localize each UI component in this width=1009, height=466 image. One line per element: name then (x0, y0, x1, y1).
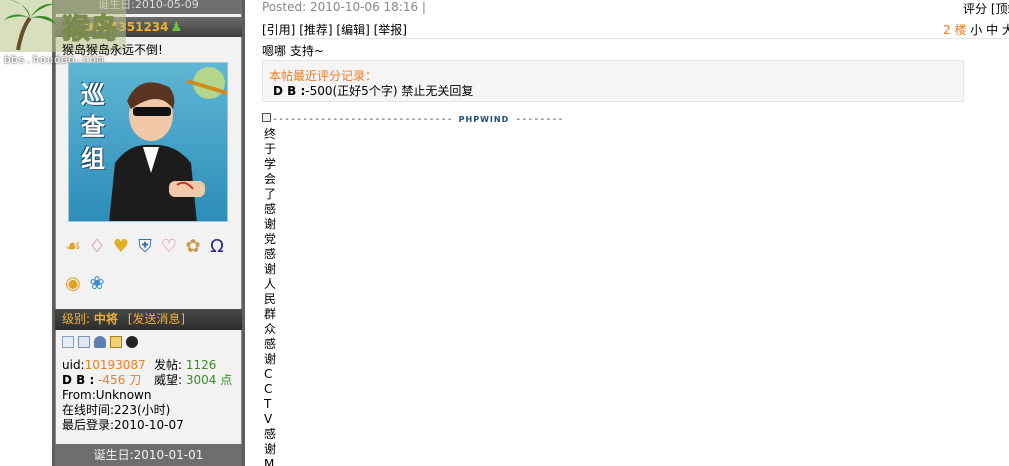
vertical-char: 民 (264, 292, 277, 306)
sig-left-dashes: ------------------------------ (272, 114, 453, 125)
vertical-char: 众 (264, 322, 277, 336)
houdao-logo[interactable]: 猴岛 bbs.houdao.com (0, 0, 126, 70)
profile-icon[interactable] (62, 336, 74, 348)
floor-number: 2 楼 (943, 23, 967, 37)
prestige-value: 3004 点 (185, 373, 233, 387)
avatar-caption: 巡查组 (81, 80, 105, 173)
edit-link[interactable]: [编辑] (336, 23, 369, 37)
vertical-char: 会 (264, 172, 277, 186)
last-login: 最后登录:2010-10-07 (62, 418, 184, 432)
medal-ribbon-icon[interactable]: ♢ (86, 230, 108, 264)
vertical-char: C (264, 367, 273, 381)
post-content: 嗯哪 支持~ (262, 44, 324, 58)
rating-entry-text: -500(正好5个字) 禁止无关回复 (305, 84, 474, 98)
rating-entry: D B :-500(正好5个字) 禁止无关回复 (273, 82, 473, 99)
posts-value: 1126 (185, 358, 217, 372)
vertical-char: 党 (264, 232, 277, 246)
online-time: 在线时间:223(小时) (62, 403, 171, 417)
vertical-char: 感 (264, 337, 277, 351)
vertical-char: C (264, 382, 273, 396)
vertical-char: T (264, 397, 272, 411)
signature-separator: ------------------------------ PHPWIND -… (262, 113, 563, 125)
db-label: D B : (62, 373, 95, 387)
vertical-char: 谢 (264, 217, 277, 231)
vertical-char: V (264, 412, 273, 426)
floor-indicator: 2 楼 小 中 大 (943, 21, 1009, 38)
post-timestamp: Posted: 2010-10-06 18:16 | (262, 0, 426, 14)
posts-label: 发帖: (154, 358, 183, 372)
medal-bow-icon[interactable]: ☙ (62, 230, 84, 264)
vertical-char: 群 (264, 307, 277, 321)
medal-list: ☙ ♢ ♥ ⛨ ♡ ✿ Ω ◉ ❀ (62, 230, 238, 301)
recommend-link[interactable]: [推荐] (299, 23, 332, 37)
medal-omega-icon[interactable]: Ω (206, 230, 228, 264)
vertical-char: 了 (264, 187, 277, 201)
uid-label: uid: (62, 358, 85, 372)
avatar[interactable]: 巡查组 (68, 62, 228, 222)
medal-coins-icon[interactable]: ◉ (62, 267, 84, 301)
document-icon[interactable] (78, 336, 90, 348)
vertical-char: 于 (264, 142, 277, 156)
uid-value: 10193087 (84, 358, 146, 372)
post-action-menu: [引用] [推荐] [编辑] [举报] (262, 21, 407, 38)
vertical-char: 人 (264, 277, 277, 291)
post-divider (262, 38, 1009, 39)
user-stats: uid:10193087 发帖: 1126 D B : -456 刀 威望: 3… (62, 358, 242, 433)
report-link[interactable]: [举报] (374, 23, 407, 37)
font-size-options[interactable]: 小 中 大 (970, 23, 1009, 37)
user-tool-icons (62, 336, 138, 348)
medal-flower-icon[interactable]: ❀ (86, 267, 108, 301)
online-status-icon: ♟ (170, 20, 183, 35)
quote-link[interactable]: [引用] (262, 23, 295, 37)
rating-record-box: 本帖最近评分记录： D B :-500(正好5个字) 禁止无关回复 (262, 60, 964, 102)
rating-entry-label: D B : (273, 84, 306, 98)
medal-pendant-icon[interactable]: ♡ (158, 230, 180, 264)
add-friend-icon[interactable] (94, 336, 106, 348)
level-label: 级别: (62, 312, 91, 326)
vertical-signature-text: 终于学会了感谢党感谢人民群众感谢CCTV感谢M (264, 127, 278, 466)
medal-shield-icon[interactable]: ⛨ (134, 230, 156, 264)
db-value: -456 刀 (98, 373, 142, 387)
medal-bunny-icon[interactable]: ✿ (182, 230, 204, 264)
next-user-birthday: 诞生日:2010-01-01 (55, 444, 242, 466)
sig-right-dashes: -------- (515, 114, 564, 125)
vertical-char: 学 (264, 157, 277, 171)
vertical-char: M (264, 457, 275, 466)
vertical-char: 谢 (264, 262, 277, 276)
vertical-char: 终 (264, 127, 277, 141)
vertical-char: 谢 (264, 442, 277, 456)
prestige-label: 威望: (154, 373, 183, 387)
message-icon[interactable] (110, 336, 122, 348)
qq-icon[interactable] (126, 336, 138, 348)
medal-heart-icon[interactable]: ♥ (110, 230, 132, 264)
vertical-char: 感 (264, 202, 277, 216)
send-message-link[interactable]: [发送消息] (128, 312, 185, 326)
pencil-icon (262, 113, 271, 122)
vertical-char: 感 (264, 247, 277, 261)
level-bar: 级别: 中将 [发送消息] (55, 309, 242, 330)
user-signature: 猴岛猴岛永远不倒! (62, 43, 163, 57)
level-value: 中将 (93, 312, 118, 326)
phpwind-label: PHPWIND (458, 115, 510, 124)
rate-top-links[interactable]: 评分 [顶端] (963, 0, 1009, 17)
from-text: From:Unknown (62, 388, 152, 402)
vertical-char: 感 (264, 427, 277, 441)
vertical-char: 谢 (264, 352, 277, 366)
